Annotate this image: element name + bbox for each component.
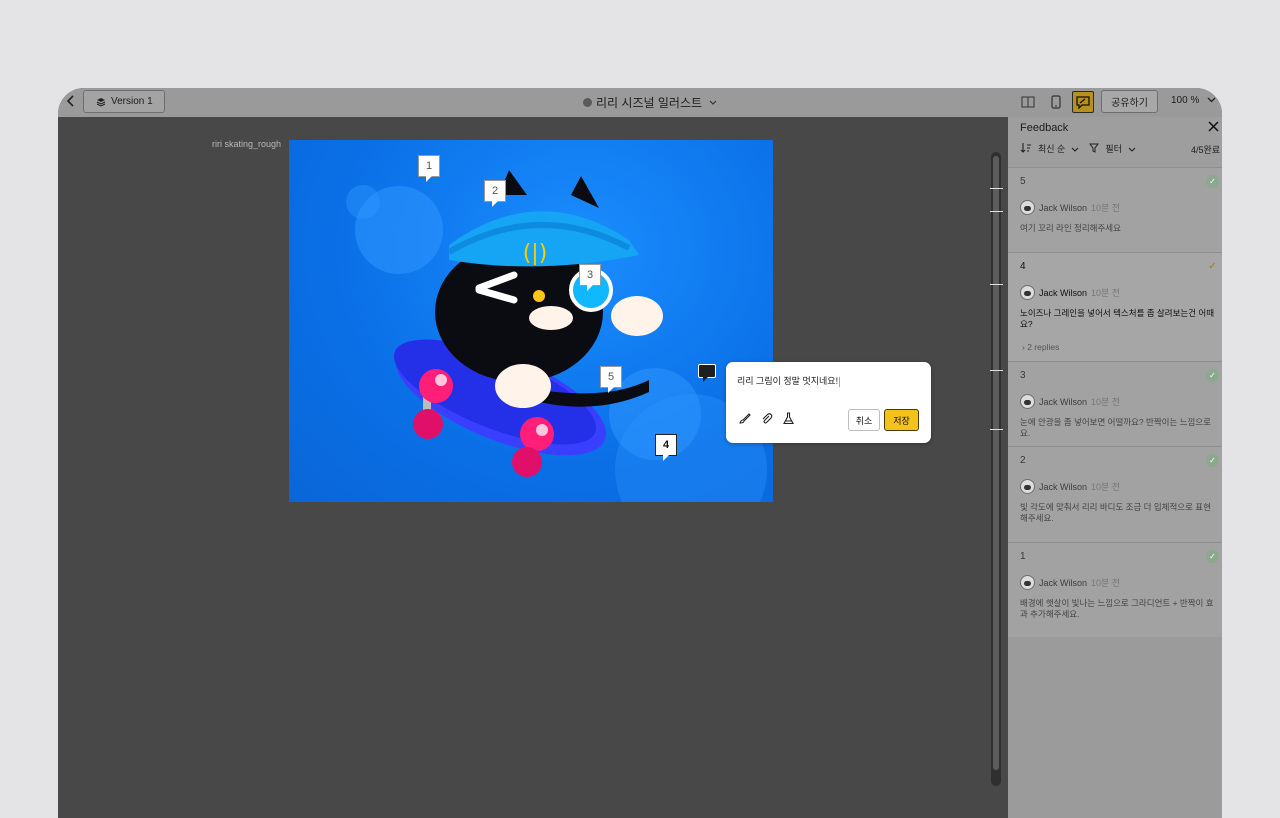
zoom-level: 100 %: [1171, 95, 1200, 106]
document-title: 리리 시즈널 일러스트: [596, 96, 703, 110]
panel-empty-area: [1008, 637, 1222, 818]
feedback-item-open[interactable]: 4 ✓ Jack Wilson 10분 전 노이즈나 그레인을 넣어서 텍스처를…: [1008, 252, 1222, 361]
scrollbar-thumb[interactable]: [993, 156, 999, 770]
scroll-comment-marker: [990, 188, 1003, 189]
feedback-number: 2: [1020, 455, 1026, 466]
timestamp: 10분 전: [1091, 397, 1121, 407]
version-button[interactable]: Version 1: [83, 90, 165, 113]
feedback-body: 눈에 안광을 좀 넣어보면 어떨까요? 반짝이는 느낌으로요.: [1020, 417, 1211, 438]
comment-pin[interactable]: 1: [418, 155, 440, 182]
feedback-toggle-icon[interactable]: [1072, 91, 1094, 113]
comment-tools: [738, 412, 795, 425]
riri-illustration: (|): [346, 170, 767, 502]
resolved-progress: 4/5완료: [1191, 145, 1221, 155]
sort-filter-bar: 최신 순 필터: [1020, 142, 1136, 155]
canvas-scrollbar[interactable]: [991, 152, 1001, 786]
scroll-comment-marker: [990, 211, 1003, 212]
feedback-author: Jack Wilson 10분 전: [1020, 285, 1120, 300]
share-button[interactable]: 공유하기: [1101, 90, 1158, 113]
artboard-illustration[interactable]: (|): [289, 140, 773, 502]
author-name: Jack Wilson: [1039, 396, 1088, 407]
timestamp: 10분 전: [1091, 288, 1121, 298]
panel-title: Feedback: [1020, 122, 1069, 134]
save-button[interactable]: 저장: [884, 409, 919, 431]
layers-icon: [96, 97, 106, 107]
sort-icon[interactable]: [1020, 142, 1032, 155]
author-name: Jack Wilson: [1039, 287, 1088, 298]
svg-text:(|): (|): [523, 241, 548, 266]
avatar: [1020, 200, 1035, 215]
artboard-label: riri skating_rough: [212, 139, 282, 149]
avatar: [1020, 479, 1035, 494]
feedback-number: 4: [1020, 261, 1026, 272]
close-icon[interactable]: [1208, 120, 1219, 135]
resolved-check-icon[interactable]: ✓: [1206, 454, 1219, 467]
new-comment-pin-icon[interactable]: [698, 364, 716, 382]
resolved-check-icon[interactable]: ✓: [1206, 369, 1219, 382]
feedback-number: 1: [1020, 551, 1026, 562]
feedback-body: 빛 각도에 맞춰서 리리 바디도 조금 더 입체적으로 표현해주세요.: [1020, 502, 1211, 523]
feedback-body: 여기 꼬리 라인 정리해주세요: [1020, 223, 1121, 233]
zoom-control[interactable]: 100 %: [1171, 95, 1216, 106]
scroll-comment-marker: [990, 370, 1003, 371]
top-bar: Version 1 리리 시즈널 일러스트 공유하기 100 %: [58, 88, 1222, 117]
feedback-number: 3: [1020, 370, 1026, 381]
sort-dropdown[interactable]: 최신 순: [1038, 142, 1065, 155]
comment-pin[interactable]: 3: [579, 264, 601, 291]
timestamp: 10분 전: [1091, 578, 1121, 588]
replies-toggle[interactable]: › 2 replies: [1022, 342, 1059, 352]
comment-pin[interactable]: 5: [600, 366, 622, 393]
feedback-item[interactable]: 2 ✓ Jack Wilson 10분 전 빛 각도에 맞춰서 리리 바디도 조…: [1008, 446, 1222, 542]
check-icon[interactable]: ✓: [1206, 260, 1219, 273]
paperclip-icon[interactable]: [760, 412, 773, 425]
feedback-panel: Feedback 최신 순 필터 4/5완료 5 ✓ Jack Wilson 1…: [1008, 117, 1222, 818]
mobile-view-icon[interactable]: [1045, 91, 1067, 113]
scroll-comment-marker: [990, 284, 1003, 285]
feedback-item[interactable]: 5 ✓ Jack Wilson 10분 전 여기 꼬리 라인 정리해주세요: [1008, 167, 1222, 252]
feedback-number: 5: [1020, 176, 1026, 187]
chevron-down-icon: [709, 98, 717, 108]
author-name: Jack Wilson: [1039, 202, 1088, 213]
chevron-down-icon: [1207, 95, 1216, 106]
resolved-check-icon[interactable]: ✓: [1206, 550, 1219, 563]
comment-pin-active[interactable]: 4: [655, 434, 677, 461]
feedback-body: 배경에 햇살이 빛나는 느낌으로 그라디언트 + 반짝이 효과 추가해주세요.: [1020, 598, 1214, 619]
comment-pin[interactable]: 2: [484, 180, 506, 207]
feedback-item[interactable]: 3 ✓ Jack Wilson 10분 전 눈에 안광을 좀 넣어보면 어떨까요…: [1008, 361, 1222, 446]
feedback-body: 노이즈나 그레인을 넣어서 텍스처를 좀 살려보는건 어때요?: [1020, 308, 1215, 329]
comment-editor: 리리 그림이 정말 멋지네요! 취소 저장: [726, 362, 931, 443]
chevron-down-icon: [1128, 144, 1136, 154]
split-view-icon[interactable]: [1017, 91, 1039, 113]
chevron-down-icon: [1071, 144, 1079, 154]
scroll-comment-marker: [990, 429, 1003, 430]
feedback-author: Jack Wilson 10분 전: [1020, 575, 1120, 590]
feedback-author: Jack Wilson 10분 전: [1020, 479, 1120, 494]
timestamp: 10분 전: [1091, 482, 1121, 492]
filter-icon[interactable]: [1089, 143, 1100, 155]
avatar: [1020, 575, 1035, 590]
timestamp: 10분 전: [1091, 203, 1121, 213]
flask-icon[interactable]: [782, 412, 795, 425]
filter-dropdown[interactable]: 필터: [1105, 142, 1122, 155]
author-name: Jack Wilson: [1039, 481, 1088, 492]
resolved-check-icon[interactable]: ✓: [1206, 175, 1219, 188]
cancel-button[interactable]: 취소: [848, 409, 880, 431]
avatar: [1020, 285, 1035, 300]
app-window: Version 1 리리 시즈널 일러스트 공유하기 100 % riri sk…: [58, 88, 1222, 818]
avatar: [1020, 394, 1035, 409]
status-dot: [583, 98, 592, 107]
feedback-author: Jack Wilson 10분 전: [1020, 394, 1120, 409]
feedback-item[interactable]: 1 ✓ Jack Wilson 10분 전 배경에 햇살이 빛나는 느낌으로 그…: [1008, 542, 1222, 637]
feedback-author: Jack Wilson 10분 전: [1020, 200, 1120, 215]
back-arrow-icon[interactable]: [66, 94, 80, 110]
comment-input[interactable]: 리리 그림이 정말 멋지네요!: [737, 374, 841, 387]
version-label: Version 1: [111, 96, 153, 107]
author-name: Jack Wilson: [1039, 577, 1088, 588]
document-title-dropdown[interactable]: 리리 시즈널 일러스트: [583, 94, 717, 111]
brush-icon[interactable]: [738, 412, 751, 425]
